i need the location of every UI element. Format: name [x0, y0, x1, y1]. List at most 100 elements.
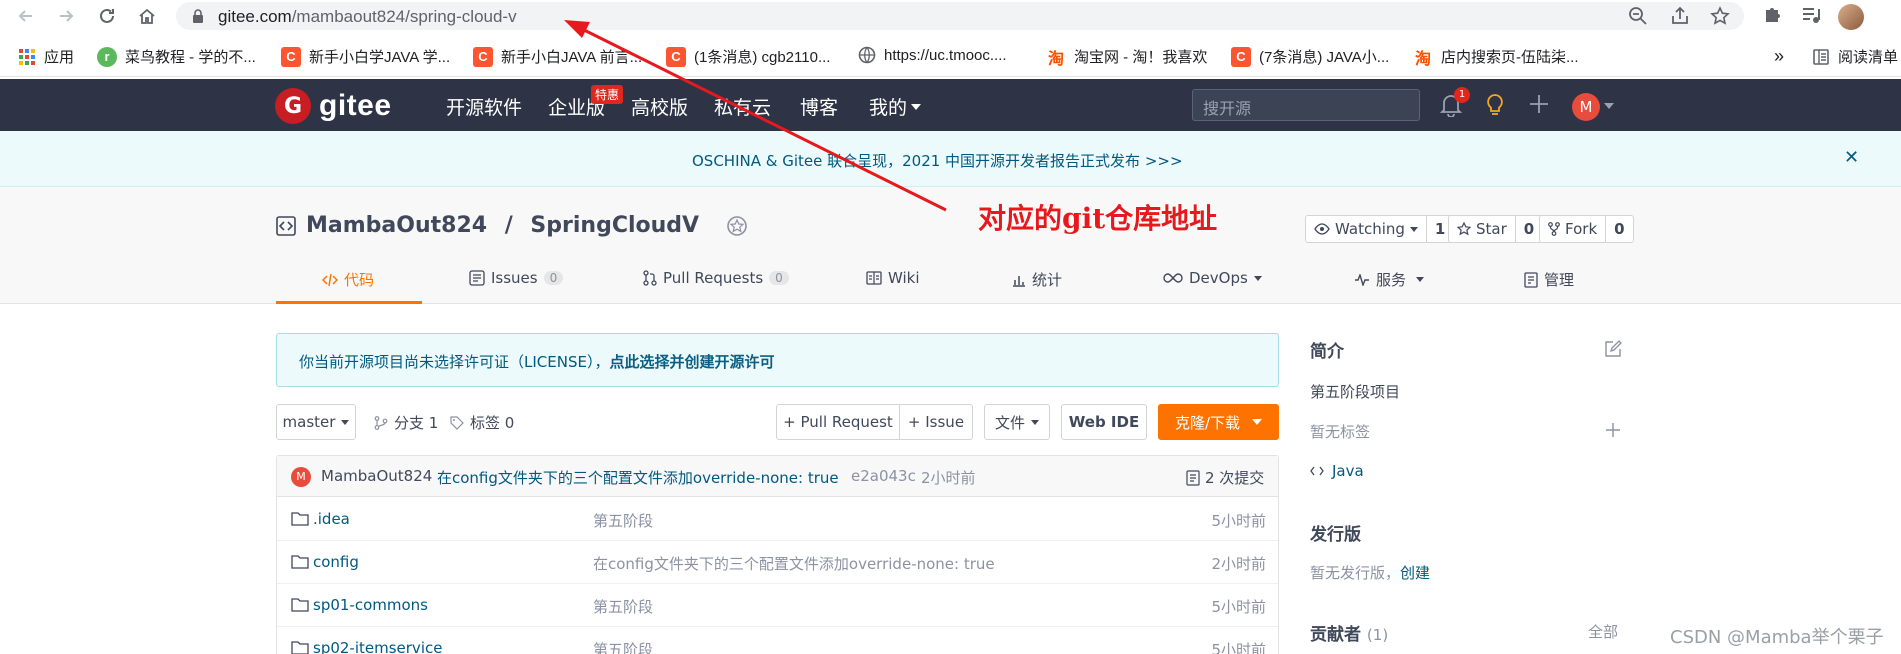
- tab-stats[interactable]: 统计: [1012, 269, 1062, 290]
- bookmark-tmooc[interactable]: https://uc.tmooc....: [858, 46, 1007, 64]
- branches-count: 分支 1: [394, 414, 439, 432]
- file-menu-button[interactable]: 文件: [984, 404, 1050, 440]
- file-name[interactable]: .idea: [313, 510, 350, 528]
- tags-link[interactable]: 标签 0: [450, 412, 514, 433]
- caret-down-icon: [1416, 277, 1425, 282]
- file-name[interactable]: sp01-commons: [313, 596, 428, 614]
- home-button[interactable]: [135, 4, 159, 28]
- csdn-icon: C: [1231, 46, 1251, 67]
- tab-label: 统计: [1032, 271, 1063, 289]
- fork-button[interactable]: Fork: [1540, 216, 1607, 242]
- fork-count[interactable]: 0: [1606, 216, 1632, 242]
- gitee-logo[interactable]: G gitee: [275, 88, 392, 124]
- create-release-link[interactable]: 创建: [1400, 564, 1430, 582]
- create-button[interactable]: [1528, 93, 1550, 115]
- star-button[interactable]: Star: [1449, 216, 1516, 242]
- new-issue-button[interactable]: + Issue: [899, 404, 973, 440]
- commit-author[interactable]: MambaOut824: [321, 467, 432, 485]
- file-commit-message[interactable]: 第五阶段: [593, 639, 653, 654]
- media-button[interactable]: [1800, 4, 1824, 28]
- tab-service[interactable]: 服务: [1354, 269, 1425, 290]
- bookmark-taobao-1[interactable]: 淘 淘宝网 - 淘！我喜欢: [1046, 46, 1208, 68]
- clone-download-button[interactable]: 克隆/下载: [1158, 404, 1279, 440]
- forward-button[interactable]: [54, 4, 78, 28]
- file-name[interactable]: sp02-itemservice: [313, 639, 442, 654]
- tab-wiki[interactable]: Wiki: [866, 269, 920, 287]
- add-tag-icon[interactable]: [1605, 422, 1621, 438]
- file-commit-message[interactable]: 第五阶段: [593, 510, 653, 531]
- edit-icon[interactable]: [1604, 340, 1622, 358]
- tab-count-badge: 0: [769, 271, 789, 285]
- reload-button[interactable]: [95, 4, 119, 28]
- bookmark-csdn-3[interactable]: C (1条消息) cgb2110...: [666, 46, 830, 67]
- repo-name[interactable]: SpringCloudV: [530, 213, 699, 238]
- search-input[interactable]: 搜开源: [1192, 89, 1420, 121]
- nav-blog[interactable]: 博客: [800, 93, 838, 120]
- branch-select[interactable]: master: [276, 404, 356, 440]
- new-pull-request-button[interactable]: + Pull Request: [776, 404, 900, 440]
- caret-down-icon: [1409, 226, 1418, 232]
- bookmark-csdn-2[interactable]: C 新手小白JAVA 前言...: [473, 46, 642, 67]
- zoom-button[interactable]: [1628, 6, 1650, 28]
- bookmark-csdn-1[interactable]: C 新手小白学JAVA 学...: [281, 46, 450, 67]
- profile-button[interactable]: [1838, 4, 1864, 30]
- commit-hash[interactable]: e2a043c: [851, 467, 916, 485]
- plus-icon: [1530, 95, 1548, 113]
- tab-manage[interactable]: 管理: [1524, 269, 1574, 290]
- user-menu-caret[interactable]: [1604, 103, 1614, 109]
- watch-button[interactable]: Watching: [1306, 216, 1427, 242]
- close-icon[interactable]: ✕: [1844, 147, 1859, 168]
- fork-button-group[interactable]: Fork 0: [1539, 215, 1634, 243]
- bookmark-csdn-4[interactable]: C (7条消息) JAVA小...: [1231, 46, 1389, 67]
- file-commit-message[interactable]: 在config文件夹下的三个配置文件添加override-none: true: [593, 553, 995, 574]
- back-button[interactable]: [14, 4, 38, 28]
- language-link[interactable]: Java: [1310, 462, 1364, 480]
- code-icon: [1310, 466, 1324, 476]
- bookmark-taobao-2[interactable]: 淘 店内搜索页-伍陆柒...: [1413, 46, 1579, 68]
- tag-icon: [450, 415, 464, 430]
- extensions-button[interactable]: [1762, 4, 1786, 28]
- star-button-group[interactable]: Star 0: [1448, 215, 1544, 243]
- lightbulb-button[interactable]: [1485, 93, 1505, 117]
- bookmarks-more-button[interactable]: »: [1774, 46, 1784, 67]
- tab-pull-requests[interactable]: Pull Requests 0: [643, 269, 789, 287]
- commit-message[interactable]: 在config文件夹下的三个配置文件添加override-none: true: [437, 467, 839, 488]
- file-commit-message[interactable]: 第五阶段: [593, 596, 653, 617]
- bookmark-apps[interactable]: 应用: [18, 46, 74, 67]
- fork-icon: [1548, 222, 1560, 236]
- csdn-icon: C: [473, 46, 493, 67]
- bookmark-label: 淘宝网 - 淘！我喜欢: [1074, 49, 1208, 66]
- address-bar[interactable]: gitee.com/mambaout824/spring-cloud-v: [176, 2, 1744, 30]
- tab-issues[interactable]: Issues 0: [469, 269, 564, 287]
- bookmark-runoob[interactable]: r 菜鸟教程 - 学的不...: [97, 46, 256, 67]
- branches-link[interactable]: 分支 1: [374, 412, 438, 433]
- issues-icon: [469, 270, 485, 286]
- reading-list-button[interactable]: 阅读清单: [1812, 46, 1898, 67]
- repo-owner[interactable]: MambaOut824: [306, 213, 487, 238]
- gitee-logo-mark: G: [275, 88, 311, 124]
- announcement-link[interactable]: OSCHINA & Gitee 联合呈现，2021 中国开源开发者报告正式发布 …: [692, 150, 1183, 171]
- commit-count-link[interactable]: 2 次提交: [1186, 467, 1264, 488]
- nav-open-source[interactable]: 开源软件: [446, 93, 522, 120]
- nav-mine[interactable]: 我的: [869, 93, 922, 120]
- bookmarks-bar: 应用 r 菜鸟教程 - 学的不... C 新手小白学JAVA 学... C 新手…: [0, 37, 1901, 77]
- file-menu-label: 文件: [994, 413, 1025, 432]
- folder-icon: [291, 641, 309, 654]
- web-ide-button[interactable]: Web IDE: [1061, 404, 1147, 440]
- license-create-link[interactable]: 点此选择并创建开源许可: [609, 353, 774, 371]
- badge-icon[interactable]: [725, 214, 749, 238]
- watch-button-group[interactable]: Watching 1: [1305, 215, 1455, 243]
- share-button[interactable]: [1670, 6, 1692, 28]
- contributors-all-link[interactable]: 全部: [1588, 621, 1618, 642]
- tab-devops[interactable]: DevOps: [1163, 269, 1262, 287]
- bookmark-star-button[interactable]: [1710, 6, 1732, 28]
- user-avatar[interactable]: M: [1572, 93, 1600, 121]
- file-name[interactable]: config: [313, 553, 359, 571]
- tab-code[interactable]: 代码: [322, 269, 374, 290]
- commit-author-avatar[interactable]: M: [291, 467, 311, 487]
- nav-private-cloud[interactable]: 私有云: [714, 93, 771, 120]
- nav-education[interactable]: 高校版: [631, 93, 688, 120]
- caret-down-icon: [1031, 419, 1039, 425]
- globe-icon: [858, 46, 876, 64]
- reading-list-label: 阅读清单: [1838, 49, 1899, 66]
